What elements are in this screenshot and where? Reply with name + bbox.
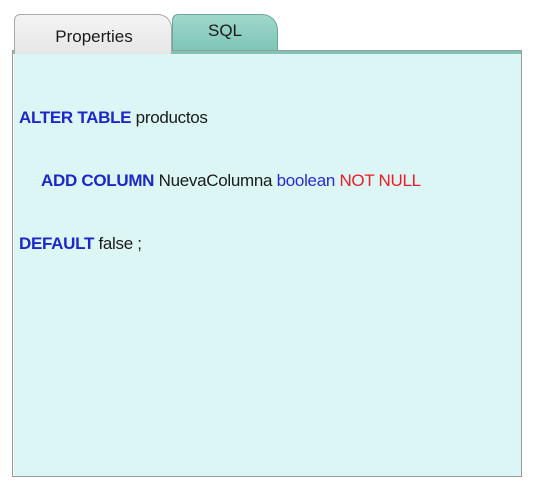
sql-line-1: ALTER TABLE productos — [19, 107, 421, 128]
sql-column-name: NuevaColumna — [158, 171, 273, 190]
sql-keyword-alter-table: ALTER TABLE — [19, 108, 132, 127]
sql-default-value: false ; — [98, 234, 142, 253]
sql-code: ALTER TABLE productos ADD COLUMN NuevaCo… — [19, 65, 421, 296]
sql-column-type: boolean — [276, 171, 336, 190]
sql-keyword-default: DEFAULT — [19, 234, 95, 253]
sql-line-2: ADD COLUMN NuevaColumna boolean NOT NULL — [19, 170, 421, 191]
sql-properties-panel: Properties SQL ALTER TABLE productos ADD… — [0, 0, 533, 490]
sql-line-3: DEFAULT false ; — [19, 233, 421, 254]
sql-editor[interactable]: ALTER TABLE productos ADD COLUMN NuevaCo… — [12, 50, 522, 477]
tab-properties[interactable]: Properties — [14, 14, 172, 54]
sql-keyword-add-column: ADD COLUMN — [41, 171, 155, 190]
sql-constraint: NOT NULL — [339, 171, 421, 190]
sql-table-name: productos — [135, 108, 208, 127]
tab-sql-label: SQL — [207, 21, 243, 40]
tab-sql[interactable]: SQL — [172, 14, 278, 50]
tab-bar: Properties SQL — [10, 14, 530, 54]
tab-properties-label: Properties — [55, 27, 133, 46]
